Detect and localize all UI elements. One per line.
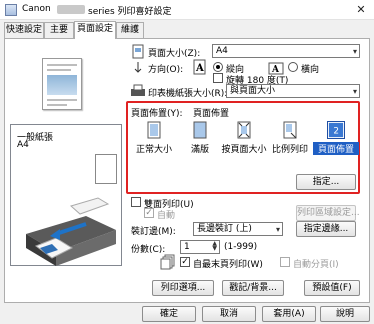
copies-stack-icon [160, 254, 175, 270]
layout-scaled-label: 比例列印 [271, 145, 308, 155]
normal-size-icon [147, 121, 161, 139]
duplex-auto-checkbox[interactable]: ✓ [144, 208, 154, 218]
page-layout-label: 頁面佈置(Y): [131, 109, 183, 119]
layout-fit-to-page-label: 按頁面大小 [221, 145, 267, 155]
layout-borderless-label: 滿版 [190, 145, 209, 155]
print-area-setup-button[interactable]: 列印區域設定... [296, 205, 360, 221]
copies-range: (1-999) [224, 242, 258, 252]
layout-fit-to-page[interactable]: 按頁面大小 [221, 121, 267, 155]
binding-label: 裝訂邊(M): [131, 227, 176, 237]
title-bar: Canon series 列印喜好設定 ✕ [0, 0, 374, 20]
preview-image-icon [47, 75, 77, 95]
layout-page-layout[interactable]: 2 頁面佈置 [313, 121, 359, 155]
layout-normal-size-label: 正常大小 [135, 145, 172, 155]
printer-paper-icon [131, 84, 145, 96]
layout-page-layout-label: 頁面佈置 [313, 142, 359, 155]
specify-button[interactable]: 指定... [296, 174, 356, 190]
page-size-value: A4 [216, 46, 228, 56]
last-page-first-checkbox[interactable]: ✓ [180, 257, 190, 267]
page-size-icon [132, 44, 144, 59]
print-options-button[interactable]: 列印選項... [152, 280, 214, 296]
tab-page-setup[interactable]: 頁面設定 [74, 21, 116, 39]
collate-checkbox[interactable] [280, 257, 290, 267]
page-preview [42, 58, 82, 110]
layout-normal-size[interactable]: 正常大小 [131, 121, 177, 155]
layout-scaled[interactable]: 比例列印 [267, 121, 313, 155]
help-button[interactable]: 說明 [320, 306, 370, 322]
copies-input[interactable]: 1 ▲ ▼ [180, 240, 220, 254]
chevron-down-icon: ▾ [275, 225, 280, 234]
portrait-a-icon: A [193, 59, 206, 75]
stamp-background-button[interactable]: 戳記/背景... [222, 280, 284, 296]
tab-quick-setup[interactable]: 快速設定 [4, 22, 44, 38]
last-page-first-label: 自最末頁列印(W) [193, 260, 263, 270]
defaults-button[interactable]: 預設值(F) [304, 280, 360, 296]
binding-value: 長邊裝訂 (上) [197, 224, 252, 234]
window-title-prefix: Canon [22, 4, 51, 14]
page-layout-badge: 2 [333, 127, 339, 137]
tab-main[interactable]: 主要 [44, 22, 74, 38]
specify-margin-button[interactable]: 指定邊緣... [296, 221, 356, 237]
fit-to-page-icon [237, 121, 251, 139]
printer-paper-select[interactable]: 與頁面大小 ▾ [226, 84, 360, 98]
landscape-radio[interactable] [288, 62, 298, 72]
printer-paper-value: 與頁面大小 [230, 86, 276, 96]
layout-borderless[interactable]: 滿版 [177, 121, 223, 155]
svg-text:A: A [195, 63, 204, 74]
chevron-down-icon: ▾ [352, 87, 357, 96]
binding-select[interactable]: 長邊裝訂 (上) ▾ [193, 222, 283, 236]
paper-thumbnail-icon [95, 154, 117, 184]
printer-app-icon [5, 4, 17, 16]
chevron-down-icon: ▾ [352, 47, 357, 56]
duplex-auto-label: 自動 [157, 211, 176, 221]
printer-paper-label: 印表機紙張大小(R): [148, 89, 228, 99]
copies-value: 1 [184, 242, 190, 252]
page-layout-icon: 2 [327, 121, 345, 139]
apply-button[interactable]: 套用(A) [262, 306, 316, 322]
landscape-label: 橫向 [301, 65, 320, 75]
page-layout-current: 頁面佈置 [193, 109, 230, 119]
close-icon[interactable]: ✕ [352, 3, 370, 17]
ok-button[interactable]: 確定 [142, 306, 196, 322]
orientation-label: 方向(O): [148, 65, 184, 75]
orientation-arrow-icon [134, 62, 142, 73]
spinner-icon[interactable]: ▲ ▼ [212, 241, 217, 252]
portrait-radio[interactable] [213, 62, 223, 72]
redacted-model-name [57, 5, 85, 14]
collate-label: 自動分頁(I) [293, 260, 339, 270]
printer-illustration-icon [26, 197, 116, 266]
page-size-label: 頁面大小(Z): [148, 49, 201, 59]
borderless-icon [193, 121, 207, 139]
scaled-icon [283, 121, 297, 139]
paper-size: A4 [17, 140, 29, 150]
cancel-button[interactable]: 取消 [202, 306, 256, 322]
page-size-select[interactable]: A4 ▾ [212, 44, 360, 58]
duplex-checkbox[interactable] [131, 197, 141, 207]
window-title: series 列印喜好設定 [88, 7, 172, 17]
rotate-180-checkbox[interactable] [213, 73, 223, 83]
tab-maintenance[interactable]: 維護 [116, 22, 144, 38]
